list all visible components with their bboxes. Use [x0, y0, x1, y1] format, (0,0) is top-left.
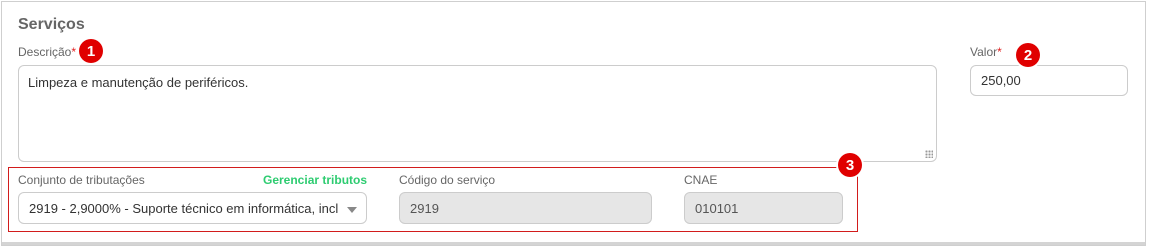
cnae-label: CNAE — [684, 173, 718, 187]
descricao-label-text: Descrição — [18, 45, 72, 59]
descricao-textarea[interactable]: Limpeza e manutenção de periféricos. — [18, 65, 937, 162]
resize-grip-icon[interactable] — [925, 150, 933, 158]
codigo-servico-label: Código do serviço — [399, 173, 496, 187]
codigo-servico-field: 2919 — [399, 192, 652, 224]
section-title: Serviços — [18, 16, 85, 33]
tributacao-label: Conjunto de tributações — [18, 173, 145, 187]
valor-value: 250,00 — [981, 73, 1021, 88]
valor-label-text: Valor — [970, 45, 998, 59]
annotation-badge-3: 3 — [838, 153, 862, 177]
gerenciar-tributos-link[interactable]: Gerenciar tributos — [263, 173, 367, 187]
annotation-badge-2: 2 — [1016, 43, 1040, 67]
descricao-value: Limpeza e manutenção de periféricos. — [28, 75, 249, 90]
annotation-badge-1: 1 — [79, 39, 103, 63]
descricao-label: Descrição* — [18, 45, 76, 59]
cnae-field: 010101 — [684, 192, 843, 224]
panel-bottom-border — [2, 242, 1145, 245]
cnae-value: 010101 — [695, 200, 739, 216]
tributacao-select[interactable]: 2919 - 2,9000% - Suporte técnico em info… — [18, 192, 367, 224]
required-mark: * — [997, 45, 1002, 59]
tributacao-selected-value: 2919 - 2,9000% - Suporte técnico em info… — [29, 200, 338, 216]
codigo-servico-value: 2919 — [410, 200, 439, 216]
required-mark: * — [71, 45, 77, 59]
valor-label: Valor* — [970, 45, 1002, 59]
valor-input[interactable]: 250,00 — [970, 65, 1128, 96]
chevron-down-icon — [347, 207, 357, 213]
